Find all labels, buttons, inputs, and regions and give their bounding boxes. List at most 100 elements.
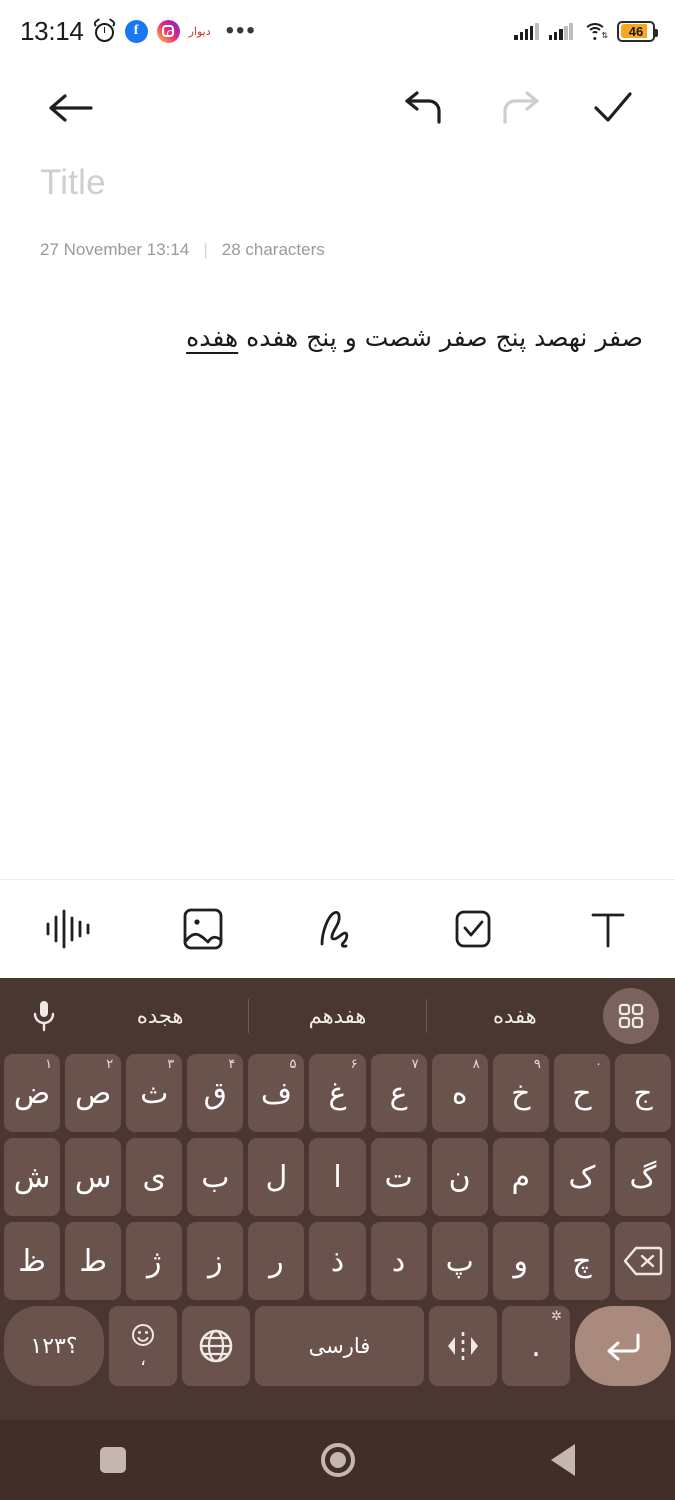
- note-title-input[interactable]: Title: [40, 163, 106, 203]
- insert-audio-button[interactable]: [0, 880, 135, 979]
- undo-arrow-icon: [405, 91, 441, 124]
- key-hhe[interactable]: ۰ح: [553, 1054, 610, 1132]
- audio-icon: [46, 909, 89, 949]
- key-che[interactable]: چ: [553, 1222, 610, 1300]
- key-mim[interactable]: م: [492, 1138, 549, 1216]
- note-character-count: 28 characters: [221, 240, 325, 259]
- key-shin[interactable]: ش: [3, 1138, 61, 1216]
- key-be[interactable]: ب: [187, 1138, 244, 1216]
- backspace-icon: [623, 1246, 663, 1276]
- app-toolbar: [0, 62, 675, 154]
- language-switch-key[interactable]: [182, 1306, 250, 1386]
- key-the[interactable]: ۳ث: [126, 1054, 183, 1132]
- suggestion-word-2[interactable]: هفدهم: [249, 1004, 425, 1028]
- key-te[interactable]: ت: [370, 1138, 427, 1216]
- undo-button[interactable]: [384, 62, 464, 154]
- key-label: غ: [328, 1075, 347, 1111]
- done-check-icon: [594, 92, 632, 122]
- period-key[interactable]: ✲ .: [502, 1306, 570, 1386]
- key-kaf[interactable]: ک: [553, 1138, 610, 1216]
- key-superscript: ۳: [167, 1057, 175, 1072]
- key-ze[interactable]: ز: [187, 1222, 244, 1300]
- key-he[interactable]: ۸ه: [431, 1054, 488, 1132]
- key-label: خ: [511, 1075, 531, 1111]
- key-superscript: ۰: [594, 1057, 602, 1072]
- globe-icon: [199, 1329, 233, 1363]
- redo-arrow-icon: [503, 91, 539, 124]
- redo-button[interactable]: [480, 62, 560, 154]
- draw-icon: [320, 911, 348, 948]
- space-key[interactable]: فارسی: [255, 1306, 424, 1386]
- insert-checklist-button[interactable]: [405, 880, 540, 979]
- note-body-input[interactable]: صفر نهصد پنج صفر شصت و پنج هفده هفده: [30, 318, 643, 358]
- persian-keyboard: هفده هفدهم هجده ۱ض ۲ص ۳ث ۴ق ۵ف ۶ غ ۷ ع ۸…: [0, 978, 675, 1420]
- key-zal[interactable]: ذ: [309, 1222, 366, 1300]
- emoji-key[interactable]: ،: [109, 1306, 177, 1386]
- recents-button[interactable]: [0, 1447, 225, 1473]
- microphone-icon: [33, 1001, 55, 1032]
- format-toolbar: [0, 879, 675, 978]
- text-format-icon: [591, 913, 624, 948]
- enter-key[interactable]: [575, 1306, 671, 1386]
- key-zhe[interactable]: ژ: [126, 1222, 183, 1300]
- status-clock: 13:14: [20, 15, 84, 46]
- back-button[interactable]: [450, 1444, 675, 1476]
- suggestion-word-3[interactable]: هجده: [72, 1004, 248, 1028]
- note-composing-text: هفده: [186, 323, 239, 352]
- key-ain[interactable]: ۷ع: [370, 1054, 427, 1132]
- key-khe[interactable]: ۹خ: [492, 1054, 549, 1132]
- key-sin[interactable]: س: [65, 1138, 122, 1216]
- key-sad[interactable]: ۲ص: [65, 1054, 122, 1132]
- key-label: ض: [13, 1075, 51, 1111]
- insert-image-button[interactable]: [135, 880, 270, 979]
- key-label: ج: [633, 1075, 653, 1111]
- status-bar-right: ⇅ 46: [514, 20, 659, 42]
- key-gaf[interactable]: گ: [614, 1138, 672, 1216]
- key-zad[interactable]: ۱ض: [3, 1054, 61, 1132]
- key-label: ح: [572, 1075, 592, 1111]
- key-re[interactable]: ر: [248, 1222, 305, 1300]
- key-ye[interactable]: ی: [126, 1138, 183, 1216]
- key-ghain[interactable]: ۶غ: [309, 1054, 366, 1132]
- key-lam[interactable]: ل: [248, 1138, 305, 1216]
- symbols-key[interactable]: ۱۲۳؟: [4, 1306, 104, 1386]
- key-alef[interactable]: ا: [309, 1138, 366, 1216]
- checklist-icon: [455, 910, 490, 948]
- text-format-button[interactable]: [540, 880, 675, 979]
- backspace-key[interactable]: [614, 1222, 672, 1300]
- suggestion-word-1[interactable]: هفده: [427, 1004, 603, 1028]
- voice-input-button[interactable]: [16, 999, 72, 1033]
- insert-drawing-button[interactable]: [270, 880, 405, 979]
- key-vav[interactable]: و: [492, 1222, 549, 1300]
- key-jim[interactable]: ج: [614, 1054, 672, 1132]
- key-label: ه: [451, 1075, 468, 1111]
- back-button[interactable]: [30, 62, 110, 154]
- keyboard-row-4: ۱۲۳؟ ، فارسی ✲ .: [0, 1306, 675, 1386]
- key-dal[interactable]: د: [370, 1222, 427, 1300]
- period-key-label: .: [531, 1328, 541, 1364]
- emoji-key-comma: ،: [140, 1348, 146, 1370]
- battery-icon: 46: [617, 20, 659, 42]
- key-ta[interactable]: ط: [65, 1222, 122, 1300]
- key-label: ق: [203, 1075, 227, 1111]
- key-qaf[interactable]: ۴ق: [187, 1054, 244, 1132]
- key-pe[interactable]: پ: [431, 1222, 488, 1300]
- grid-menu-icon: [618, 1003, 644, 1029]
- note-date: 27 November 13:14: [40, 240, 190, 259]
- recents-icon: [99, 1447, 126, 1473]
- settings-icon: ✲: [551, 1309, 562, 1324]
- save-note-button[interactable]: [573, 62, 653, 154]
- key-nun[interactable]: ن: [431, 1138, 488, 1216]
- meta-separator: |: [203, 240, 208, 259]
- keyboard-row-3: ظ ط ژ ز ر ذ د پ و چ: [0, 1222, 675, 1300]
- cursor-move-key[interactable]: [429, 1306, 497, 1386]
- status-bar: 13:14 f دیوار ••• ⇅ 46: [0, 0, 675, 62]
- more-notifications-icon: •••: [225, 17, 257, 44]
- home-button[interactable]: [225, 1443, 450, 1477]
- keyboard-menu-button[interactable]: [603, 988, 659, 1044]
- key-fe[interactable]: ۵ف: [248, 1054, 305, 1132]
- alarm-icon: [91, 17, 117, 43]
- phone-screen: 13:14 f دیوار ••• ⇅ 46 Title 27 November…: [0, 0, 675, 1500]
- key-superscript: ۱: [45, 1057, 53, 1072]
- key-za[interactable]: ظ: [3, 1222, 61, 1300]
